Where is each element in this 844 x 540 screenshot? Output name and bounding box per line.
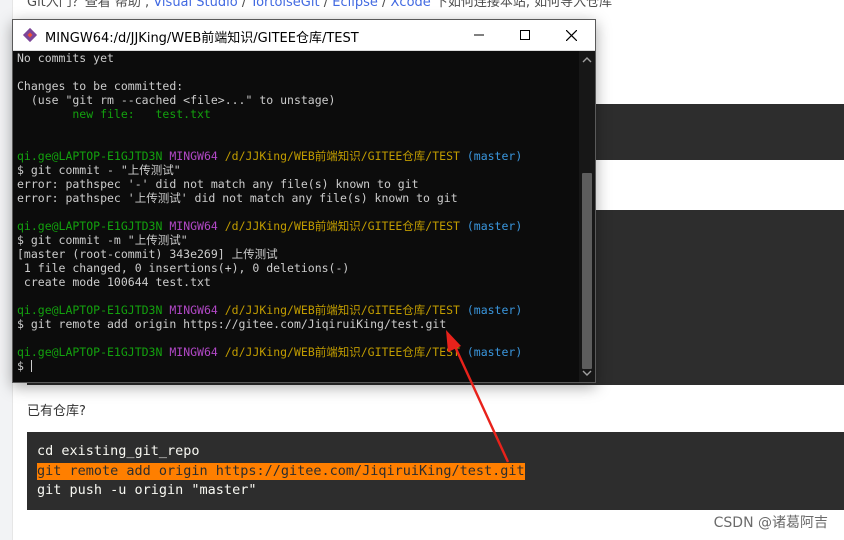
csdn-watermark: CSDN @诸葛阿吉	[713, 515, 828, 531]
annotation-arrow-icon	[446, 330, 510, 463]
